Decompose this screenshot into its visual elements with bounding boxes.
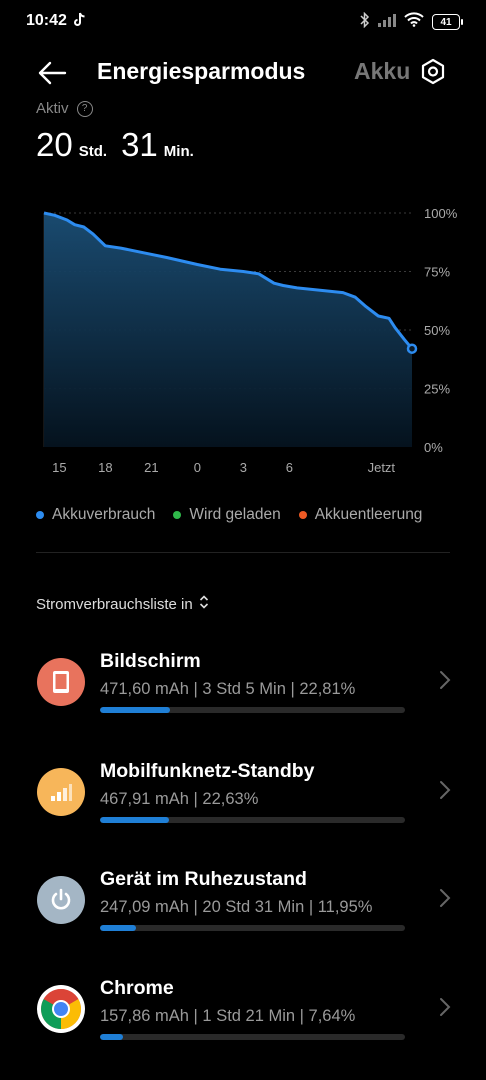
usage-bar — [100, 817, 405, 823]
consumption-row[interactable]: Chrome 157,86 mAh | 1 Std 21 Min | 7,64% — [0, 967, 486, 1067]
consumption-row[interactable]: Gerät im Ruhezustand 247,09 mAh | 20 Std … — [0, 858, 486, 958]
tiktok-icon — [73, 12, 87, 32]
duration-minutes-unit: Min. — [163, 143, 194, 160]
row-title: Gerät im Ruhezustand — [100, 868, 307, 890]
chevron-right-icon — [436, 668, 452, 692]
usage-bar — [100, 1034, 405, 1040]
chrome-icon — [37, 985, 85, 1033]
power-icon — [37, 876, 85, 924]
bluetooth-icon — [360, 11, 370, 33]
usage-bar-fill — [100, 817, 170, 823]
consumption-list-header[interactable]: Stromverbrauchsliste in — [36, 595, 209, 613]
row-subtitle: 247,09 mAh | 20 Std 31 Min | 11,95% — [100, 898, 373, 916]
y-tick-label: 25% — [424, 382, 450, 397]
x-tick-label: Jetzt — [368, 460, 396, 475]
legend-dot — [173, 511, 182, 519]
series-area — [44, 213, 412, 447]
usage-bar-fill — [100, 1034, 124, 1040]
chevron-right-icon — [436, 995, 452, 1019]
info-icon[interactable]: ? — [76, 101, 93, 118]
legend-label: Wird geladen — [189, 506, 281, 523]
row-title: Chrome — [100, 977, 174, 999]
y-tick-label: 50% — [424, 323, 450, 338]
signal-icon — [37, 768, 85, 816]
sort-toggle-icon[interactable] — [199, 595, 209, 613]
consumption-row[interactable]: Mobilfunknetz-Standby 467,91 mAh | 22,63% — [0, 750, 486, 850]
x-tick-label: 6 — [286, 460, 293, 475]
usage-bar-fill — [100, 925, 137, 931]
page-title: Energiesparmodus — [97, 58, 306, 84]
row-subtitle: 157,86 mAh | 1 Std 21 Min | 7,64% — [100, 1007, 356, 1025]
y-tick-label: 0% — [424, 440, 443, 455]
x-tick-label: 18 — [98, 460, 112, 475]
duration-minutes: 31 — [121, 126, 158, 163]
divider — [36, 552, 450, 553]
row-subtitle: 471,60 mAh | 3 Std 5 Min | 22,81% — [100, 680, 356, 698]
active-label: Aktiv ? — [36, 100, 93, 118]
tab-akku[interactable]: Akku — [354, 58, 410, 85]
status-icons: 41 — [360, 11, 463, 33]
legend-label: Akkuentleerung — [314, 506, 423, 523]
usage-bar-fill — [100, 707, 170, 713]
legend-item: Wird geladen — [173, 506, 281, 524]
usage-bar — [100, 707, 405, 713]
y-tick-label: 75% — [424, 265, 450, 280]
settings-icon[interactable] — [418, 57, 448, 87]
x-tick-label: 0 — [194, 460, 201, 475]
battery-chart: 15 18 21 0 3 6 Jetzt 100% 75% 50% 25% 0% — [43, 206, 458, 475]
duration-hours-unit: Std. — [78, 143, 108, 160]
chevron-right-icon — [436, 886, 452, 910]
consumption-row[interactable]: Bildschirm 471,60 mAh | 3 Std 5 Min | 22,… — [0, 640, 486, 740]
row-title: Mobilfunknetz-Standby — [100, 760, 315, 782]
screen-icon — [37, 658, 85, 706]
signal-icon — [378, 13, 396, 32]
active-duration: 20 Std. 31 Min. — [36, 126, 202, 164]
legend-label: Akkuverbrauch — [52, 506, 156, 523]
back-arrow-icon[interactable] — [36, 57, 68, 89]
chevron-right-icon — [436, 778, 452, 802]
battery-icon: 41 — [432, 14, 463, 30]
status-time: 10:42 — [26, 12, 67, 29]
row-title: Bildschirm — [100, 650, 201, 672]
x-tick-label: 15 — [52, 460, 66, 475]
chart-legend: Akkuverbrauch Wird geladen Akkuentleerung — [36, 506, 422, 524]
legend-item: Akkuverbrauch — [36, 506, 155, 524]
legend-dot — [298, 511, 307, 519]
legend-dot — [36, 511, 44, 519]
duration-hours: 20 — [36, 126, 73, 163]
y-tick-label: 100% — [424, 206, 458, 221]
usage-bar — [100, 925, 405, 931]
x-tick-label: 21 — [144, 460, 158, 475]
x-tick-label: 3 — [240, 460, 247, 475]
wifi-icon — [404, 12, 424, 32]
current-point — [406, 343, 418, 354]
legend-item: Akkuentleerung — [298, 506, 423, 524]
row-subtitle: 467,91 mAh | 22,63% — [100, 790, 259, 808]
